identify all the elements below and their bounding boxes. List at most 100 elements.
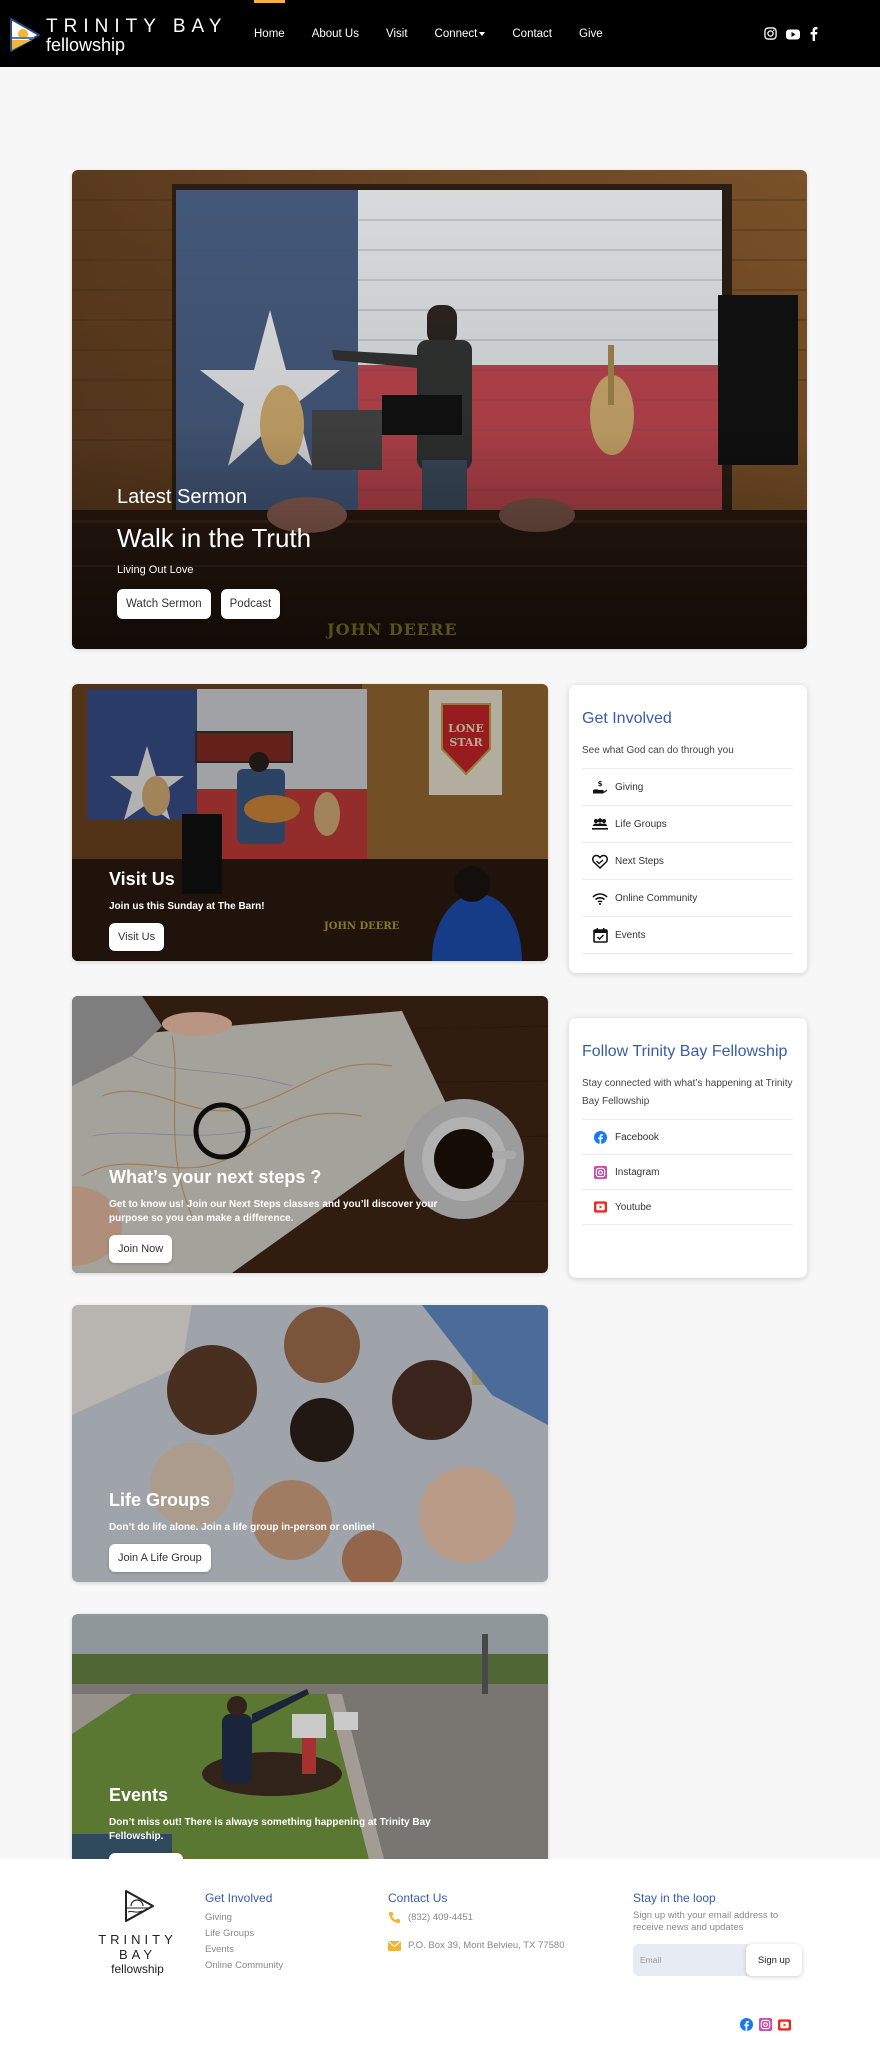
get-involved-item-events[interactable]: Events: [582, 917, 793, 954]
follow-item-instagram[interactable]: Instagram: [582, 1155, 793, 1190]
latest-sermon-hero: JOHN DEERE Latest Sermon Walk in the Tru…: [72, 170, 807, 649]
footer-link-events[interactable]: Events: [205, 1944, 283, 1955]
giving-hand-icon: $: [592, 779, 608, 795]
youtube-icon[interactable]: [778, 2018, 791, 2036]
follow-item-youtube[interactable]: Youtube: [582, 1190, 793, 1225]
footer-newsletter-title: Stay in the loop: [633, 1891, 716, 1905]
main-content: JOHN DEERE Latest Sermon Walk in the Tru…: [0, 67, 880, 1926]
get-involved-item-online-community[interactable]: Online Community: [582, 880, 793, 917]
site-footer: TRINITY BAY fellowship Get Involved Givi…: [0, 1859, 880, 2048]
follow-panel: Follow Trinity Bay Fellowship Stay conne…: [569, 1018, 807, 1278]
footer-phone[interactable]: (832) 409-4451: [388, 1911, 565, 1924]
join-now-button[interactable]: Join Now: [109, 1235, 173, 1263]
life-groups-card: Life Groups Don’t do life alone. Join a …: [72, 1305, 548, 1582]
footer-logo[interactable]: TRINITY BAY fellowship: [80, 1889, 195, 1976]
footer-address-text: P.O. Box 39, Mont Belvieu, TX 77580: [408, 1940, 565, 1951]
card-title: Events: [109, 1785, 169, 1805]
life-groups-text: Life Groups Don’t do life alone. Join a …: [109, 1490, 375, 1572]
logo-play-sun-icon: [124, 1890, 154, 1922]
card-title: Life Groups: [109, 1490, 211, 1510]
logo-name-line2: fellowship: [46, 34, 126, 55]
get-involved-item-next-steps[interactable]: Next Steps: [582, 843, 793, 880]
nav-visit-label: Visit: [386, 27, 408, 40]
header-social-links: [764, 26, 818, 46]
envelope-icon: [388, 1940, 402, 1951]
nav-give[interactable]: Give: [579, 0, 603, 67]
youtube-icon: [592, 1199, 608, 1215]
instagram-icon[interactable]: [764, 27, 777, 45]
main-nav: Home About Us Visit Connect Contact Give: [254, 0, 630, 67]
get-involved-label: Next Steps: [615, 855, 664, 867]
hero-kicker: Latest Sermon: [117, 486, 248, 508]
get-involved-label: Events: [615, 929, 646, 941]
get-involved-label: Giving: [615, 781, 644, 793]
footer-get-involved-title: Get Involved: [205, 1891, 273, 1905]
instagram-icon: [592, 1164, 608, 1180]
card-description: Get to know us! Join our Next Steps clas…: [109, 1199, 438, 1224]
footer-newsletter-description: Sign up with your email address to recei…: [633, 1910, 779, 1933]
hero-title: Walk in the Truth: [117, 523, 312, 553]
get-involved-label: Online Community: [615, 892, 698, 904]
footer-newsletter: Stay in the loop Sign up with your email…: [633, 1891, 803, 1976]
footer-link-life-groups[interactable]: Life Groups: [205, 1928, 283, 1939]
footer-get-involved: Get Involved Giving Life Groups Events O…: [205, 1891, 283, 1971]
visit-us-card: LONE STAR JOHN DEERE Visit Us Join us th…: [72, 684, 548, 961]
phone-icon: [388, 1911, 402, 1924]
instagram-icon[interactable]: [759, 2018, 772, 2036]
footer-logo-line1: TRINITY BAY: [98, 1932, 177, 1962]
follow-description: Stay connected with what’s happening at …: [582, 1078, 793, 1107]
events-card: Events Don’t miss out! There is always s…: [72, 1614, 548, 1891]
wifi-icon: [592, 890, 608, 906]
footer-logo-line2: fellowship: [111, 1962, 164, 1976]
next-steps-text: What’s your next steps ? Get to know us!…: [109, 1167, 449, 1263]
follow-list: Facebook Instagram Youtube: [582, 1119, 793, 1225]
nav-connect-label: Connect: [434, 27, 478, 40]
nav-contact[interactable]: Contact: [512, 0, 552, 67]
follow-label: Facebook: [615, 1131, 659, 1143]
follow-title: Follow Trinity Bay Fellowship: [582, 1043, 788, 1060]
get-involved-title: Get Involved: [582, 710, 672, 727]
logo-name-line1: TRINITY BAY: [46, 15, 228, 37]
youtube-icon[interactable]: [786, 27, 800, 45]
nav-visit[interactable]: Visit: [386, 0, 408, 67]
footer-link-online-community[interactable]: Online Community: [205, 1960, 283, 1971]
get-involved-label: Life Groups: [615, 818, 667, 830]
get-involved-description: See what God can do through you: [582, 745, 734, 756]
site-logo[interactable]: TRINITY BAY fellowship: [8, 16, 227, 54]
email-input[interactable]: [633, 1944, 743, 1976]
nav-home-label: Home: [254, 27, 285, 40]
svg-text:$: $: [598, 780, 603, 788]
join-life-group-button[interactable]: Join A Life Group: [109, 1544, 211, 1572]
get-involved-item-giving[interactable]: $ Giving: [582, 769, 793, 806]
facebook-icon[interactable]: [809, 26, 818, 46]
card-description: Don’t miss out! There is always somethin…: [109, 1817, 431, 1842]
card-description: Join us this Sunday at The Barn!: [109, 901, 265, 912]
podcast-button[interactable]: Podcast: [220, 589, 281, 619]
get-involved-item-life-groups[interactable]: Life Groups: [582, 806, 793, 843]
nav-connect[interactable]: Connect: [435, 0, 486, 67]
next-steps-card: What’s your next steps ? Get to know us!…: [72, 996, 548, 1273]
facebook-icon[interactable]: [740, 2018, 753, 2036]
nav-about-label: About Us: [311, 27, 359, 40]
footer-link-giving[interactable]: Giving: [205, 1912, 283, 1923]
follow-label: Youtube: [615, 1201, 652, 1213]
footer-contact: Contact Us (832) 409-4451 P.O. Box 39, M…: [388, 1891, 565, 1951]
group-icon: [592, 816, 608, 832]
nav-home[interactable]: Home: [254, 0, 285, 67]
nav-about-us[interactable]: About Us: [312, 0, 359, 67]
handshake-heart-icon: [592, 853, 608, 869]
calendar-check-icon: [592, 927, 608, 943]
follow-item-facebook[interactable]: Facebook: [582, 1120, 793, 1155]
footer-contact-title: Contact Us: [388, 1891, 448, 1905]
site-header: TRINITY BAY fellowship Home About Us Vis…: [0, 0, 880, 67]
newsletter-form: Sign up: [633, 1944, 802, 1976]
card-title: Visit Us: [109, 869, 175, 889]
sign-up-button[interactable]: Sign up: [746, 1944, 802, 1976]
watch-sermon-button[interactable]: Watch Sermon: [117, 589, 211, 619]
visit-us-button[interactable]: Visit Us: [109, 923, 165, 951]
footer-address: P.O. Box 39, Mont Belvieu, TX 77580: [388, 1940, 565, 1951]
hero-subtitle: Living Out Love: [117, 564, 194, 576]
facebook-icon: [592, 1129, 608, 1145]
get-involved-list: $ Giving Life Groups Next Steps Online C…: [582, 768, 793, 954]
follow-label: Instagram: [615, 1166, 660, 1178]
